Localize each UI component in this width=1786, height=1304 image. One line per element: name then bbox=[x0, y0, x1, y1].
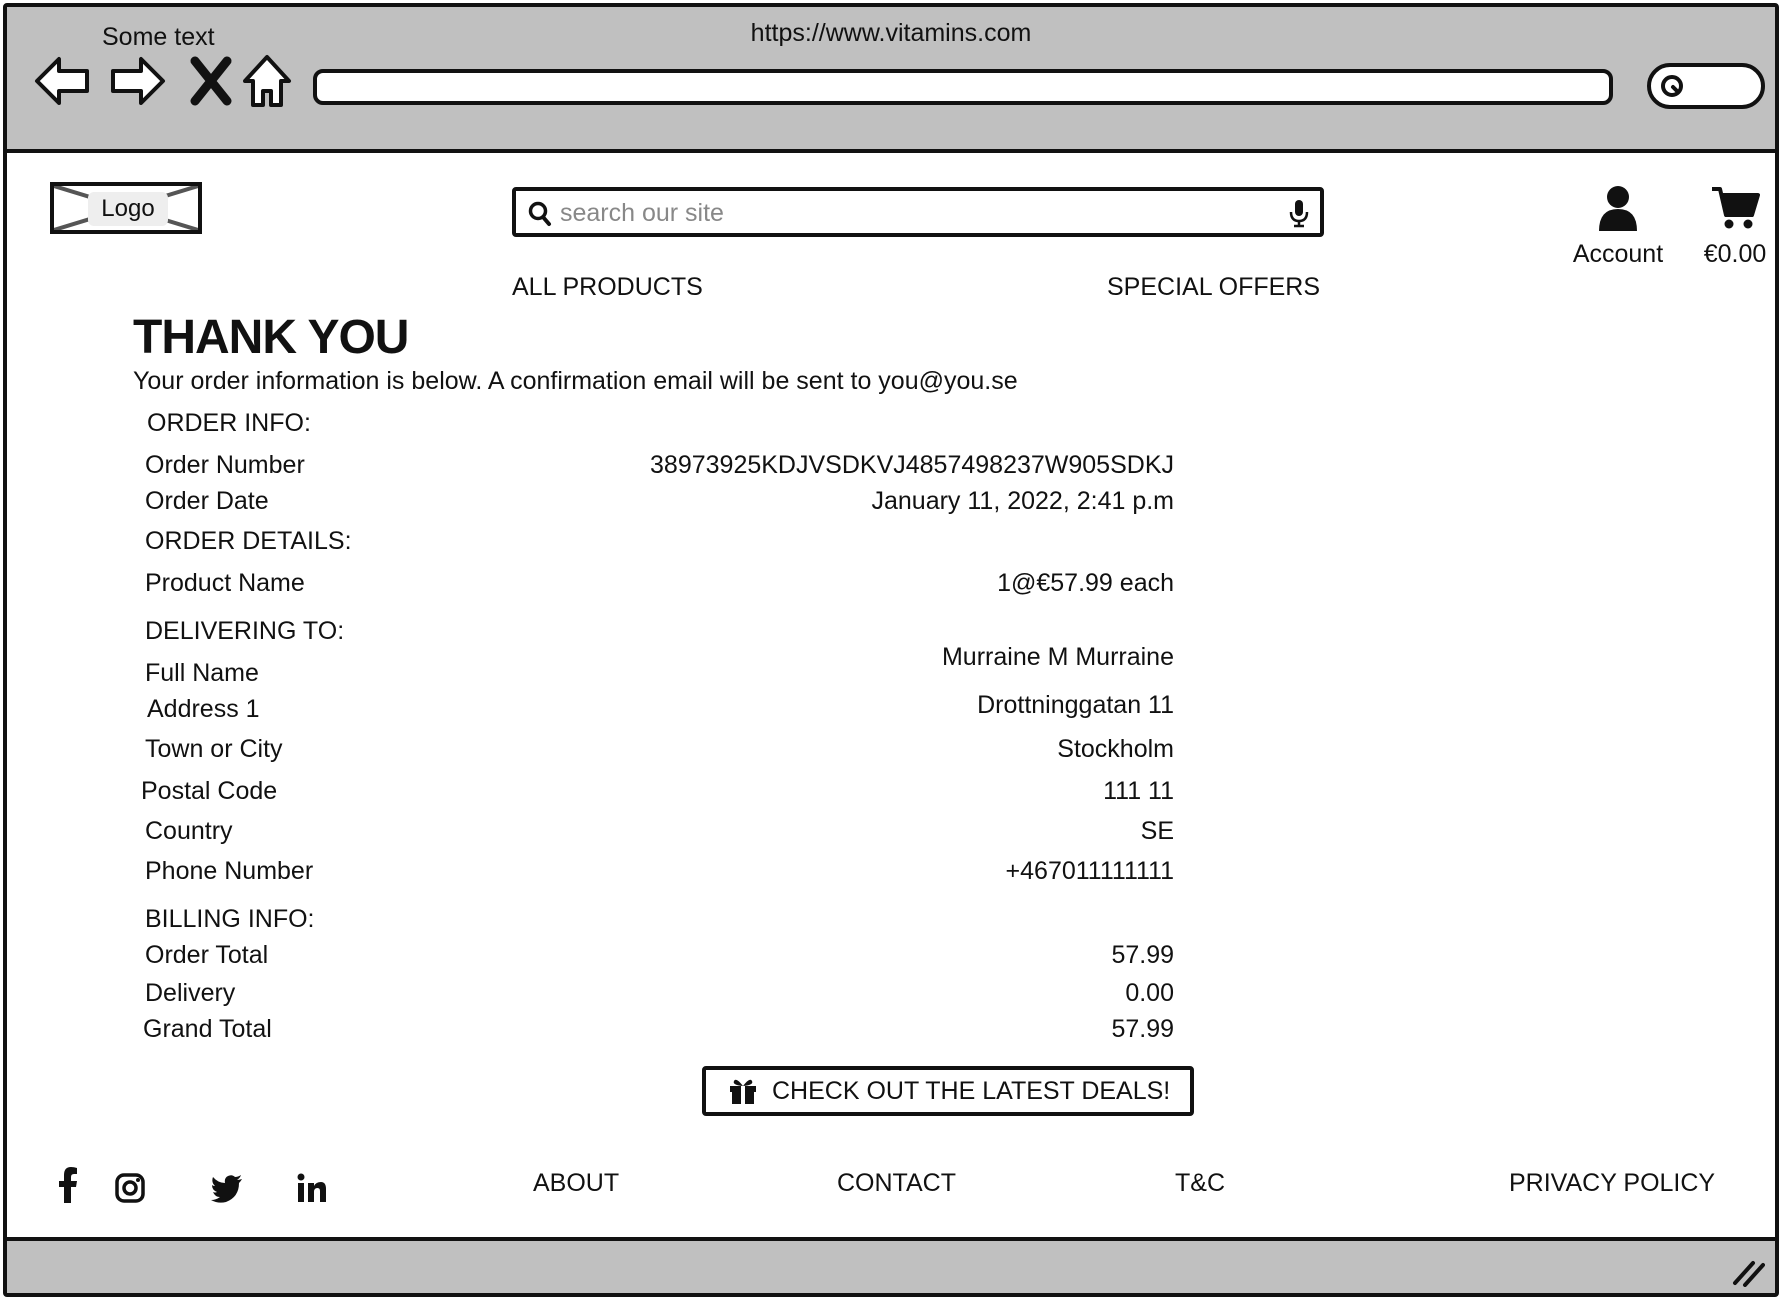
home-icon[interactable] bbox=[237, 51, 297, 111]
latest-deals-label: CHECK OUT THE LATEST DEALS! bbox=[772, 1076, 1171, 1105]
country-label: Country bbox=[145, 817, 233, 845]
confirmation-message: Your order information is below. A confi… bbox=[133, 367, 1018, 395]
page-title: THANK YOU bbox=[133, 311, 409, 364]
cart-button[interactable]: €0.00 bbox=[1697, 185, 1773, 269]
footer-about-link[interactable]: ABOUT bbox=[533, 1169, 619, 1198]
postal-code-value: 111 11 bbox=[1103, 777, 1174, 805]
order-total-label: Order Total bbox=[145, 941, 269, 969]
microphone-icon[interactable] bbox=[1288, 199, 1310, 229]
search-input[interactable] bbox=[558, 195, 1262, 231]
product-name-label: Product Name bbox=[145, 569, 305, 597]
delivering-to-heading: DELIVERING TO: bbox=[145, 617, 345, 645]
twitter-icon[interactable] bbox=[211, 1175, 243, 1203]
order-number-label: Order Number bbox=[145, 451, 305, 479]
town-or-city-value: Stockholm bbox=[1057, 735, 1174, 763]
account-label: Account bbox=[1572, 240, 1664, 268]
browser-url: https://www.vitamins.com bbox=[750, 19, 1032, 47]
order-total-value: 57.99 bbox=[1111, 941, 1174, 969]
browser-toolbar: Some text https://www.vitamins.com bbox=[7, 7, 1775, 153]
address-1-label: Address 1 bbox=[147, 695, 260, 723]
order-date-label: Order Date bbox=[145, 487, 269, 515]
full-name-value: Murraine M Murraine bbox=[941, 643, 1174, 671]
postal-code-label: Postal Code bbox=[141, 777, 278, 805]
footer-tc-link[interactable]: T&C bbox=[1175, 1169, 1225, 1198]
cart-total: €0.00 bbox=[1703, 240, 1767, 268]
product-quantity-price: 1@€57.99 each bbox=[997, 569, 1174, 597]
address-1-value: Drottninggatan 11 bbox=[977, 691, 1174, 719]
order-details-heading: ORDER DETAILS: bbox=[145, 527, 352, 555]
browser-window: Some text https://www.vitamins.com Logo bbox=[3, 3, 1779, 1297]
order-number-value: 38973925KDJVSDKVJ4857498237W905SDKJ bbox=[650, 451, 1174, 479]
instagram-icon[interactable] bbox=[115, 1173, 145, 1203]
phone-number-value: +467011111111 bbox=[1005, 857, 1174, 885]
footer-privacy-policy-link[interactable]: PRIVACY POLICY bbox=[1509, 1169, 1715, 1198]
address-bar[interactable] bbox=[313, 69, 1613, 105]
search-icon bbox=[1661, 75, 1683, 97]
shopping-cart-icon bbox=[1712, 187, 1760, 229]
footer-contact-link[interactable]: CONTACT bbox=[837, 1169, 956, 1198]
town-or-city-label: Town or City bbox=[145, 735, 283, 763]
resize-grip-icon[interactable] bbox=[1731, 1257, 1765, 1287]
logo-label: Logo bbox=[88, 192, 168, 226]
billing-info-heading: BILLING INFO: bbox=[145, 905, 315, 933]
delivery-label: Delivery bbox=[145, 979, 236, 1007]
facebook-icon[interactable] bbox=[57, 1167, 79, 1203]
full-name-label: Full Name bbox=[145, 659, 259, 687]
nav-special-offers[interactable]: SPECIAL OFFERS bbox=[1107, 273, 1320, 302]
order-info-heading: ORDER INFO: bbox=[147, 409, 311, 437]
linkedin-icon[interactable] bbox=[297, 1173, 327, 1203]
user-icon bbox=[1599, 186, 1637, 231]
grand-total-label: Grand Total bbox=[143, 1015, 272, 1043]
back-arrow-icon[interactable] bbox=[33, 51, 93, 111]
stop-x-icon[interactable] bbox=[181, 51, 241, 111]
gift-icon bbox=[730, 1079, 756, 1104]
account-button[interactable]: Account bbox=[1563, 185, 1673, 269]
grand-total-value: 57.99 bbox=[1111, 1015, 1174, 1043]
site-search-box[interactable] bbox=[512, 187, 1324, 237]
delivery-value: 0.00 bbox=[1125, 979, 1174, 1007]
search-icon bbox=[528, 201, 551, 226]
country-value: SE bbox=[1140, 817, 1174, 845]
order-date-value: January 11, 2022, 2:41 p.m bbox=[871, 487, 1174, 515]
phone-number-label: Phone Number bbox=[145, 857, 314, 885]
forward-arrow-icon[interactable] bbox=[107, 51, 167, 111]
logo[interactable]: Logo bbox=[50, 182, 202, 234]
latest-deals-button[interactable]: CHECK OUT THE LATEST DEALS! bbox=[702, 1066, 1194, 1116]
browser-status-bar bbox=[7, 1237, 1775, 1293]
browser-search-field[interactable] bbox=[1647, 63, 1765, 109]
nav-all-products[interactable]: ALL PRODUCTS bbox=[512, 273, 703, 302]
